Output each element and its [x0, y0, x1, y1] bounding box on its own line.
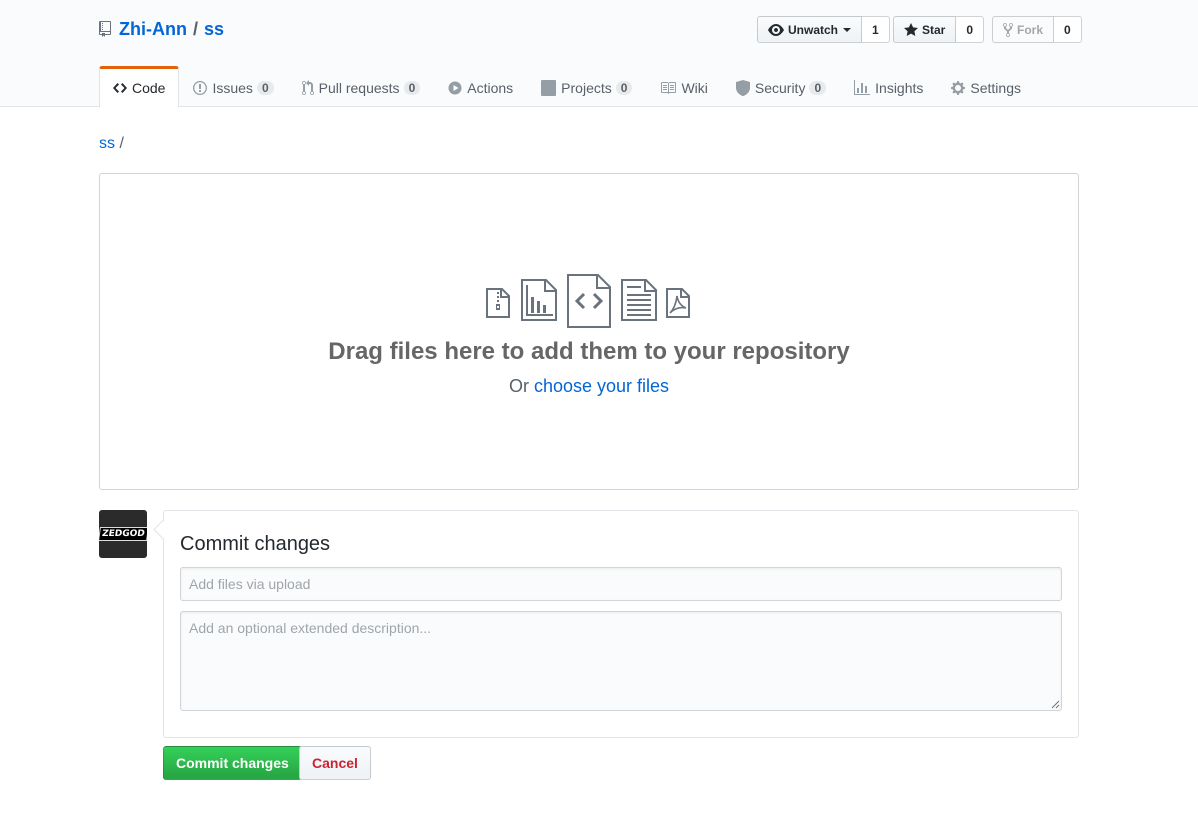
eye-icon	[768, 23, 784, 36]
resize-handle-icon[interactable]	[1050, 699, 1060, 709]
code-icon	[113, 83, 127, 93]
issues-counter: 0	[256, 80, 274, 95]
projects-counter: 0	[615, 80, 633, 95]
star-icon	[904, 22, 918, 36]
repo-nav: Code Issues 0 Pull requests 0 Actions Pr…	[99, 66, 1035, 108]
file-pdf-icon	[666, 288, 690, 318]
tab-insights[interactable]: Insights	[840, 66, 937, 107]
choose-files-link[interactable]: choose your files	[534, 376, 669, 396]
drop-zone-subtitle: Or choose your files	[100, 376, 1078, 397]
shield-icon	[735, 79, 750, 96]
file-type-icons	[485, 274, 695, 328]
repo-owner-link[interactable]: Zhi-Ann	[119, 19, 187, 40]
stargazers-count[interactable]: 0	[956, 16, 985, 43]
breadcrumb-repo-link[interactable]: ss	[99, 135, 115, 152]
repo-name-link[interactable]: ss	[204, 19, 224, 40]
commit-changes-button[interactable]: Commit changes	[163, 746, 302, 780]
tab-wiki-label: Wiki	[681, 79, 708, 96]
tab-projects-label: Projects	[561, 79, 612, 96]
repo-icon	[99, 21, 111, 37]
file-chart-icon	[521, 279, 557, 321]
tab-issues[interactable]: Issues 0	[179, 66, 287, 107]
repo-path-separator: /	[192, 18, 198, 39]
pull-request-icon	[301, 79, 314, 95]
tab-settings-label: Settings	[970, 79, 1021, 96]
tab-projects[interactable]: Projects 0	[527, 66, 646, 107]
tab-insights-label: Insights	[875, 79, 924, 96]
unwatch-button[interactable]: Unwatch	[757, 16, 863, 43]
fork-button[interactable]: Fork	[992, 16, 1055, 43]
issue-icon	[193, 80, 208, 95]
file-code-icon	[567, 274, 611, 328]
drop-zone-title: Drag files here to add them to your repo…	[328, 338, 850, 365]
breadcrumb-separator: /	[119, 135, 124, 152]
avatar: ZEDGOD	[99, 510, 147, 558]
avatar-text: ZEDGOD	[99, 527, 147, 541]
unwatch-label: Unwatch	[788, 22, 839, 37]
tab-code[interactable]: Code	[99, 66, 180, 108]
tab-actions[interactable]: Actions	[434, 66, 527, 107]
commit-description-textarea[interactable]	[180, 611, 1062, 711]
play-icon	[448, 81, 462, 94]
repo-header: Zhi-Ann / ss Unwatch 1 Star 0 Fork 0 Cod…	[0, 0, 1198, 108]
tab-pull-requests[interactable]: Pull requests 0	[288, 66, 435, 107]
gear-icon	[951, 80, 966, 95]
fork-label: Fork	[1017, 22, 1044, 37]
watchers-count[interactable]: 1	[862, 16, 890, 43]
cancel-button[interactable]: Cancel	[299, 746, 371, 780]
fork-group: Fork 0	[992, 16, 1082, 43]
commit-summary-input[interactable]	[180, 567, 1062, 601]
star-group: Star 0	[893, 16, 985, 43]
star-label: Star	[922, 22, 946, 37]
tab-issues-label: Issues	[212, 79, 253, 96]
watch-group: Unwatch 1	[757, 16, 890, 43]
star-button[interactable]: Star	[893, 16, 957, 43]
file-zip-icon	[486, 288, 510, 318]
breadcrumb: ss /	[99, 135, 124, 153]
tab-actions-label: Actions	[467, 79, 514, 96]
pull-requests-counter: 0	[403, 80, 421, 95]
drop-zone-prefix: Or	[508, 376, 529, 396]
forks-count[interactable]: 0	[1054, 16, 1082, 43]
commit-form: Commit changes	[163, 510, 1079, 738]
project-icon	[541, 79, 557, 96]
fork-icon	[1003, 22, 1013, 37]
tab-pull-requests-label: Pull requests	[318, 79, 400, 96]
tab-wiki[interactable]: Wiki	[646, 66, 721, 107]
repo-title: Zhi-Ann / ss	[99, 17, 224, 41]
graph-icon	[854, 79, 871, 95]
security-counter: 0	[809, 80, 827, 95]
book-icon	[661, 81, 677, 94]
tab-code-label: Code	[132, 80, 166, 96]
tab-security-label: Security	[754, 79, 806, 96]
commit-form-title: Commit changes	[180, 533, 331, 555]
tab-settings[interactable]: Settings	[937, 66, 1035, 107]
chevron-down-icon	[843, 27, 852, 32]
file-text-icon	[621, 279, 657, 321]
file-drop-zone[interactable]: Drag files here to add them to your repo…	[99, 173, 1079, 490]
tab-security[interactable]: Security 0	[722, 66, 840, 107]
